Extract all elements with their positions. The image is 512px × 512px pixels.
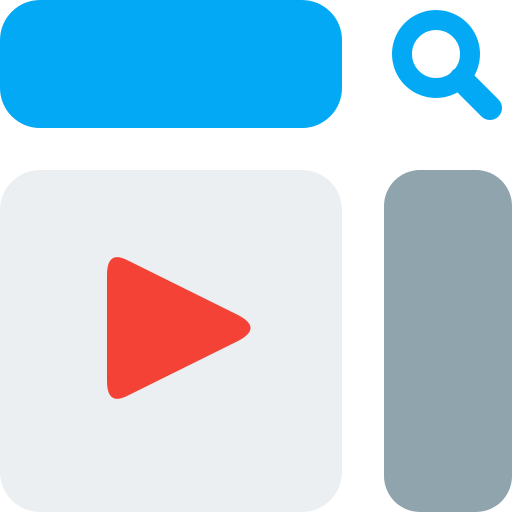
play-icon[interactable] [0,170,342,512]
search-button[interactable] [380,0,512,132]
search-bar[interactable] [0,0,342,128]
video-player[interactable] [0,170,342,512]
video-search-layout [0,0,512,512]
sidebar-panel [384,170,512,512]
search-icon [392,10,502,120]
